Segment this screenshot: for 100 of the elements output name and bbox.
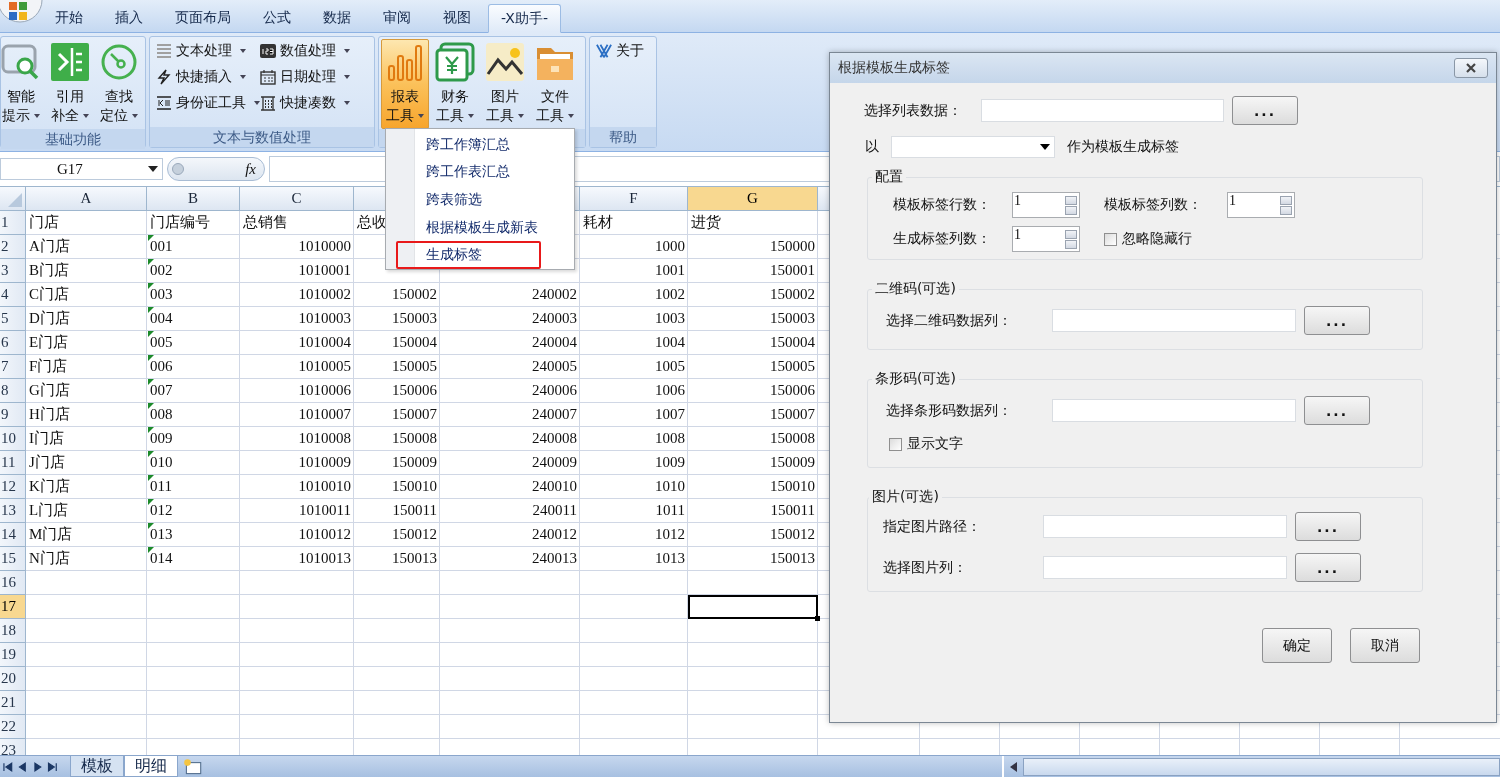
input-field[interactable] <box>1052 399 1296 422</box>
row-header[interactable]: 4 <box>0 283 26 307</box>
dialog-button[interactable]: 取消 <box>1350 628 1420 663</box>
ribbon-tab[interactable]: 公式 <box>248 4 306 32</box>
sheet-tab[interactable]: 明细 <box>124 756 178 777</box>
row-header[interactable]: 6 <box>0 331 26 355</box>
ribbon-button[interactable]: 日期处理 <box>256 65 368 89</box>
ribbon-button[interactable]: 文件 工具 <box>531 39 579 129</box>
menu-item[interactable]: 根据模板生成新表 <box>396 213 541 242</box>
row-header[interactable]: 1 <box>0 211 26 235</box>
ribbon-button[interactable]: 数值处理 <box>256 39 368 63</box>
row-header[interactable]: 11 <box>0 451 26 475</box>
sheet-tab[interactable]: 模板 <box>70 756 124 777</box>
row-header[interactable]: 13 <box>0 499 26 523</box>
group-label: 帮助 <box>609 129 637 145</box>
ribbon-button[interactable]: 报表 工具 <box>381 39 429 129</box>
horizontal-scrollbar[interactable] <box>1002 756 1500 777</box>
row-header[interactable]: 7 <box>0 355 26 379</box>
browse-button[interactable]: ... <box>1304 396 1370 425</box>
row-header[interactable]: 21 <box>0 691 26 715</box>
ribbon-button[interactable]: 文本处理 <box>152 39 252 63</box>
spin-field[interactable]: 1 <box>1012 226 1080 252</box>
dropdown-field[interactable] <box>891 136 1055 158</box>
browse-button[interactable]: ... <box>1232 96 1298 125</box>
function-button[interactable]: fx <box>243 160 258 178</box>
ribbon-button[interactable]: 财务 工具 <box>431 39 479 129</box>
ribbon-tab[interactable]: 数据 <box>308 4 366 32</box>
row-header[interactable]: 9 <box>0 403 26 427</box>
column-header[interactable]: B <box>147 187 240 211</box>
menu-item[interactable]: 生成标签 <box>396 241 541 269</box>
table-cell: D门店 <box>29 310 70 326</box>
row-header[interactable]: 17 <box>0 595 26 619</box>
row-header[interactable]: 2 <box>0 235 26 259</box>
checkbox[interactable] <box>1104 232 1117 246</box>
bar-chart-icon <box>385 42 425 82</box>
row-header[interactable]: 3 <box>0 259 26 283</box>
table-cell: 150003 <box>392 310 437 326</box>
ribbon-tab[interactable]: 页面布局 <box>160 4 246 32</box>
row-header[interactable]: 18 <box>0 619 26 643</box>
spin-field[interactable]: 1 <box>1012 192 1080 218</box>
ribbon-button[interactable]: 图片 工具 <box>481 39 529 129</box>
row-header[interactable]: 19 <box>0 643 26 667</box>
column-header[interactable]: G <box>688 187 818 211</box>
table-cell: 1010006 <box>298 382 351 398</box>
row-header[interactable]: 22 <box>0 715 26 739</box>
field-label: 模板标签行数： <box>893 196 992 214</box>
dialog-button[interactable]: 确定 <box>1262 628 1332 663</box>
ribbon-button[interactable]: 身份证工具 <box>152 91 252 115</box>
row-header[interactable]: 23 <box>0 739 26 755</box>
ribbon-button[interactable]: 快捷凑数 <box>256 91 368 115</box>
ribbon-button[interactable]: 引用 补全 <box>46 39 94 129</box>
column-header[interactable]: C <box>240 187 354 211</box>
checkbox[interactable] <box>889 437 902 451</box>
row-header[interactable]: 12 <box>0 475 26 499</box>
input-field[interactable] <box>981 99 1224 122</box>
ribbon-button[interactable]: 快捷插入 <box>152 65 252 89</box>
row-header[interactable]: 20 <box>0 667 26 691</box>
browse-button[interactable]: ... <box>1295 512 1361 541</box>
field-label: 模板标签列数： <box>1104 196 1203 214</box>
name-box[interactable]: G17 <box>0 158 163 180</box>
ribbon-tab[interactable]: 开始 <box>40 4 98 32</box>
input-field[interactable] <box>1043 556 1287 579</box>
browse-button[interactable]: ... <box>1304 306 1370 335</box>
menu-item[interactable]: 跨表筛选 <box>396 186 541 214</box>
menu-item[interactable]: 跨工作表汇总 <box>396 158 541 187</box>
row-header[interactable]: 15 <box>0 547 26 571</box>
ribbon-tab[interactable]: -X助手- <box>488 4 561 33</box>
field-label: 以 <box>865 138 879 156</box>
resize-handle[interactable] <box>172 163 184 175</box>
column-header[interactable]: F <box>580 187 688 211</box>
office-logo-icon[interactable] <box>0 0 46 24</box>
row-header[interactable]: 10 <box>0 427 26 451</box>
table-cell: 150012 <box>392 526 437 542</box>
table-cell: 1002 <box>655 286 685 302</box>
input-field[interactable] <box>1043 515 1287 538</box>
selected-cell[interactable] <box>688 595 818 619</box>
row-header[interactable]: 8 <box>0 379 26 403</box>
ribbon-button[interactable]: 智能 提示 <box>0 39 45 129</box>
row-header[interactable]: 5 <box>0 307 26 331</box>
ribbon-tab[interactable]: 审阅 <box>368 4 426 32</box>
input-field[interactable] <box>1052 309 1296 332</box>
insert-sheet-icon[interactable] <box>182 758 204 776</box>
row-header[interactable]: 16 <box>0 571 26 595</box>
select-all-corner[interactable] <box>0 187 26 211</box>
ribbon-button[interactable]: 关于 <box>592 39 648 63</box>
menu-item[interactable]: 跨工作簿汇总 <box>396 131 541 159</box>
row-header[interactable]: 14 <box>0 523 26 547</box>
spin-field[interactable]: 1 <box>1227 192 1295 218</box>
table-cell: 150013 <box>770 550 815 566</box>
abacus-icon <box>260 95 276 111</box>
browse-button[interactable]: ... <box>1295 553 1361 582</box>
table-cell: 150011 <box>392 502 437 518</box>
close-button[interactable] <box>1454 58 1488 78</box>
column-header[interactable]: A <box>26 187 147 211</box>
ribbon-tab[interactable]: 视图 <box>428 4 486 32</box>
table-cell: 1011 <box>655 502 685 518</box>
ribbon-tab[interactable]: 插入 <box>100 4 158 32</box>
table-cell: 001 <box>150 238 173 254</box>
table-cell: E门店 <box>29 334 69 350</box>
ribbon-button[interactable]: 查找 定位 <box>95 39 143 129</box>
